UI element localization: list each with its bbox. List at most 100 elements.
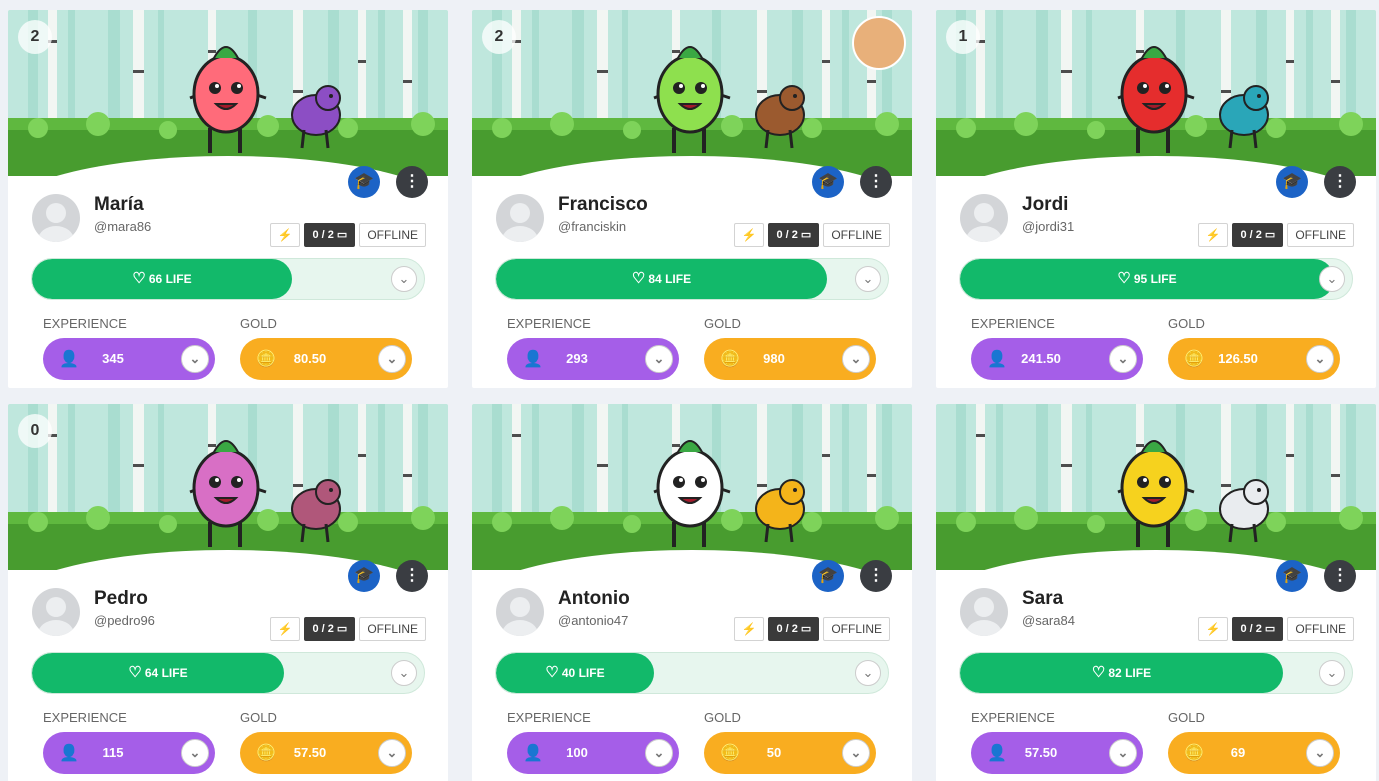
life-bar[interactable]: ♡ 95 LIFE ⌄ [959,258,1353,300]
lightning-icon[interactable]: ⚡ [733,617,765,641]
experience-pill[interactable]: 👤 345 ⌄ [43,338,215,380]
lightning-icon[interactable]: ⚡ [269,223,301,247]
life-bar[interactable]: ♡ 84 LIFE ⌄ [495,258,889,300]
chevron-down-icon[interactable]: ⌄ [1306,345,1334,373]
companion-creature[interactable] [1214,464,1274,544]
avatar[interactable] [32,194,80,242]
gold-label: GOLD [240,710,277,725]
chevron-down-icon[interactable]: ⌄ [378,345,406,373]
chevron-down-icon[interactable]: ⌄ [391,266,417,292]
chevron-down-icon[interactable]: ⌄ [1109,739,1137,767]
student-name: Jordi [1022,194,1069,215]
student-card[interactable]: 🎓 ⋮ Antonio @antonio47 ⚡ 0 / 2 ▭ OFFLINE… [472,404,912,781]
status-tags: ⚡ 0 / 2 ▭ OFFLINE [733,617,890,641]
chevron-down-icon[interactable]: ⌄ [1319,660,1345,686]
avatar[interactable] [496,588,544,636]
avatar[interactable] [960,194,1008,242]
avatar[interactable] [32,588,80,636]
monster-avatar[interactable] [1116,28,1196,158]
chevron-down-icon[interactable]: ⌄ [842,345,870,373]
companion-creature[interactable] [750,464,810,544]
cards-badge[interactable]: 0 / 2 ▭ [768,617,820,641]
life-bar[interactable]: ♡ 64 LIFE ⌄ [31,652,425,694]
chevron-down-icon[interactable]: ⌄ [1109,345,1137,373]
cards-badge[interactable]: 0 / 2 ▭ [1232,617,1284,641]
experience-pill[interactable]: 👤 100 ⌄ [507,732,679,774]
student-card[interactable]: 2 🎓 ⋮ Francisco @franciskin ⚡ 0 / 2 ▭ OF… [472,10,912,388]
lightning-icon[interactable]: ⚡ [1197,223,1229,247]
monster-avatar[interactable] [188,422,268,552]
companion-creature[interactable] [750,70,810,150]
gold-pill[interactable]: 🪙 126.50 ⌄ [1168,338,1340,380]
gold-label: GOLD [1168,710,1205,725]
student-username: @mara86 [94,219,152,234]
chevron-down-icon[interactable]: ⌄ [181,345,209,373]
student-card[interactable]: 2 🎓 ⋮ María @mara86 ⚡ 0 / 2 ▭ OFFLINE ♡ … [8,10,448,388]
vertical-dots-icon[interactable]: ⋮ [396,166,428,198]
graduation-cap-icon[interactable]: 🎓 [1276,560,1308,592]
chevron-down-icon[interactable]: ⌄ [378,739,406,767]
chevron-down-icon[interactable]: ⌄ [181,739,209,767]
life-bar[interactable]: ♡ 40 LIFE ⌄ [495,652,889,694]
student-card[interactable]: 0 🎓 ⋮ Pedro @pedro96 ⚡ 0 / 2 ▭ OFFLINE ♡… [8,404,448,781]
lightning-icon[interactable]: ⚡ [269,617,301,641]
life-bar[interactable]: ♡ 82 LIFE ⌄ [959,652,1353,694]
vertical-dots-icon[interactable]: ⋮ [1324,166,1356,198]
life-value: ♡ 40 LIFE [545,664,605,681]
graduation-cap-icon[interactable]: 🎓 [348,166,380,198]
cards-badge[interactable]: 0 / 2 ▭ [304,617,356,641]
chevron-down-icon[interactable]: ⌄ [1319,266,1345,292]
gold-pill[interactable]: 🪙 980 ⌄ [704,338,876,380]
chevron-down-icon[interactable]: ⌄ [645,345,673,373]
monster-avatar[interactable] [652,28,732,158]
cards-badge[interactable]: 0 / 2 ▭ [1232,223,1284,247]
gold-label: GOLD [1168,316,1205,331]
cards-badge[interactable]: 0 / 2 ▭ [304,223,356,247]
level-badge: 2 [18,20,52,54]
companion-creature[interactable] [286,464,346,544]
monster-avatar[interactable] [188,28,268,158]
chevron-down-icon[interactable]: ⌄ [855,660,881,686]
chevron-down-icon[interactable]: ⌄ [1306,739,1334,767]
experience-pill[interactable]: 👤 57.50 ⌄ [971,732,1143,774]
gold-value: 126.50 [1218,351,1258,366]
experience-label: EXPERIENCE [971,316,1055,331]
vertical-dots-icon[interactable]: ⋮ [396,560,428,592]
companion-creature[interactable] [286,70,346,150]
experience-pill[interactable]: 👤 115 ⌄ [43,732,215,774]
student-card[interactable]: 🎓 ⋮ Sara @sara84 ⚡ 0 / 2 ▭ OFFLINE ♡ 82 L… [936,404,1376,781]
graduation-cap-icon[interactable]: 🎓 [348,560,380,592]
monster-avatar[interactable] [1116,422,1196,552]
gold-pill[interactable]: 🪙 69 ⌄ [1168,732,1340,774]
status-badge: OFFLINE [823,223,890,247]
gold-value: 80.50 [293,351,327,366]
heart-icon: ♡ [128,664,142,681]
companion-creature[interactable] [1214,70,1274,150]
cards-badge[interactable]: 0 / 2 ▭ [768,223,820,247]
chevron-down-icon[interactable]: ⌄ [391,660,417,686]
vertical-dots-icon[interactable]: ⋮ [1324,560,1356,592]
lightning-icon[interactable]: ⚡ [1197,617,1229,641]
experience-pill[interactable]: 👤 241.50 ⌄ [971,338,1143,380]
life-bar[interactable]: ♡ 66 LIFE ⌄ [31,258,425,300]
avatar[interactable] [960,588,1008,636]
gold-value: 57.50 [293,745,327,760]
graduation-cap-icon[interactable]: 🎓 [812,166,844,198]
lightning-icon[interactable]: ⚡ [733,223,765,247]
chevron-down-icon[interactable]: ⌄ [842,739,870,767]
vertical-dots-icon[interactable]: ⋮ [860,560,892,592]
graduation-cap-icon[interactable]: 🎓 [1276,166,1308,198]
experience-pill[interactable]: 👤 293 ⌄ [507,338,679,380]
monster-avatar[interactable] [652,422,732,552]
chevron-down-icon[interactable]: ⌄ [855,266,881,292]
student-name: María [94,194,144,215]
gold-pill[interactable]: 🪙 80.50 ⌄ [240,338,412,380]
gold-value: 69 [1230,745,1246,760]
avatar[interactable] [496,194,544,242]
graduation-cap-icon[interactable]: 🎓 [812,560,844,592]
gold-pill[interactable]: 🪙 50 ⌄ [704,732,876,774]
vertical-dots-icon[interactable]: ⋮ [860,166,892,198]
gold-pill[interactable]: 🪙 57.50 ⌄ [240,732,412,774]
student-card[interactable]: 1 🎓 ⋮ Jordi @jordi31 ⚡ 0 / 2 ▭ OFFLINE ♡… [936,10,1376,388]
chevron-down-icon[interactable]: ⌄ [645,739,673,767]
